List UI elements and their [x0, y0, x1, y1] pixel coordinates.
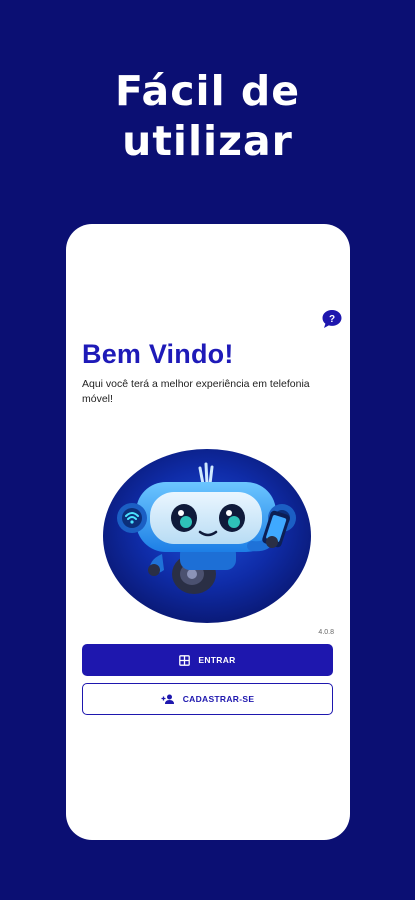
welcome-title: Bem Vindo! [82, 339, 234, 369]
login-button[interactable]: ENTRAR [82, 644, 333, 676]
register-button-label: CADASTRAR-SE [182, 694, 255, 704]
app-version: 4.0.8 [318, 629, 334, 636]
svg-text:?: ? [329, 314, 335, 325]
login-button-label: ENTRAR [198, 655, 236, 665]
help-button[interactable]: ? [321, 309, 343, 329]
robot-mascot-illustration [103, 449, 311, 623]
help-chat-icon: ? [322, 310, 342, 328]
promo-headline-line1: Fácil de [114, 67, 301, 115]
promo-headline: Fácil de utilizar [0, 66, 415, 166]
register-button[interactable]: CADASTRAR-SE [82, 683, 333, 715]
add-user-icon [161, 694, 174, 704]
welcome-subtitle: Aqui você terá a melhor experiência em t… [82, 378, 310, 405]
login-grid-icon [179, 654, 191, 666]
promo-headline-line2: utilizar [122, 117, 293, 165]
phone-screen: ? Bem Vindo! Aqui você terá a melhor exp… [66, 224, 350, 840]
app-store-screenshot: Fácil de utilizar ? Bem Vindo! Aqui você… [0, 0, 415, 900]
